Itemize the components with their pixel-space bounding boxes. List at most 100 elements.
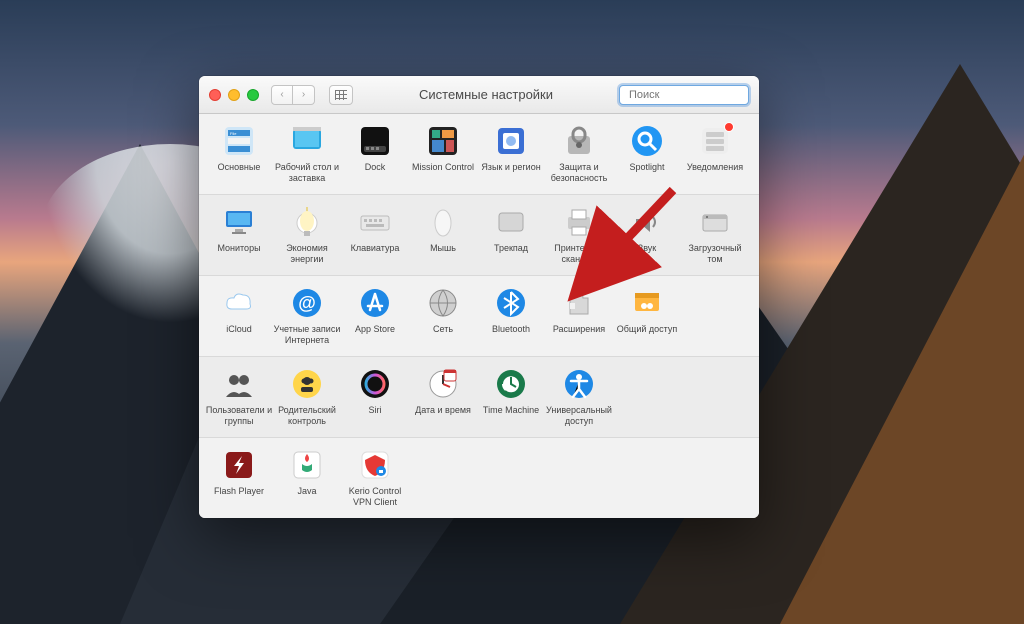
close-button[interactable] [209,89,221,101]
show-all-button[interactable] [329,85,353,105]
pref-label: Основные [218,162,261,173]
pref-java[interactable]: Java [273,448,341,508]
startup-icon [698,205,732,239]
pref-label: Мышь [430,243,456,254]
pref-mouse[interactable]: Мышь [409,205,477,265]
internet-icon: @ [290,286,324,320]
pref-internet[interactable]: @Учетные записи Интернета [273,286,341,346]
pref-timemachine[interactable]: Time Machine [477,367,545,427]
pref-row: iCloud@Учетные записи Интернета App Store… [199,276,759,357]
titlebar: ‹ › Системные настройки [199,76,759,114]
pref-label: Звук [638,243,656,254]
forward-button[interactable]: › [293,85,315,105]
pref-security[interactable]: Защита и безопасность [545,124,613,184]
grid-icon [335,90,347,100]
sound-icon [630,205,664,239]
sharing-icon [630,286,664,320]
pref-sound[interactable]: Звук [613,205,681,265]
pref-extensions[interactable]: Расширения [545,286,613,346]
pref-label: Сеть [433,324,453,335]
pref-label: Mission Control [412,162,474,173]
bluetooth-icon [494,286,528,320]
pref-appstore[interactable]: App Store [341,286,409,346]
window-title: Системные настройки [361,87,611,102]
pref-label: Java [297,486,316,497]
preferences-grid: File Основные Рабочий стол и заставка Dock M… [199,114,759,518]
search-input[interactable] [629,89,759,101]
pref-icloud[interactable]: iCloud [205,286,273,346]
pref-row: Пользователи и группыРодительский контро… [199,357,759,438]
pref-kerio[interactable]: Kerio Control VPN Client [341,448,409,508]
minimize-button[interactable] [228,89,240,101]
window-controls [209,89,259,101]
pref-label: Bluetooth [492,324,530,335]
pref-label: Экономия энергии [273,243,341,265]
pref-datetime[interactable]: Дата и время [409,367,477,427]
extensions-icon [562,286,596,320]
svg-text:@: @ [298,293,316,313]
notifications-icon [698,124,732,158]
pref-parental[interactable]: Родительский контроль [273,367,341,427]
pref-accessibility[interactable]: Универсальный доступ [545,367,613,427]
pref-general[interactable]: File Основные [205,124,273,184]
pref-label: Time Machine [483,405,539,416]
zoom-button[interactable] [247,89,259,101]
pref-energy[interactable]: Экономия энергии [273,205,341,265]
appstore-icon [358,286,392,320]
pref-label: Трекпад [494,243,528,254]
siri-icon [358,367,392,401]
pref-dock[interactable]: Dock [341,124,409,184]
pref-label: Дата и время [415,405,471,416]
accessibility-icon [562,367,596,401]
pref-desktop[interactable]: Рабочий стол и заставка [273,124,341,184]
dock-icon [358,124,392,158]
pref-users[interactable]: Пользователи и группы [205,367,273,427]
pref-label: Flash Player [214,486,264,497]
pref-label: Kerio Control VPN Client [341,486,409,508]
pref-notifications[interactable]: Уведомления [681,124,749,184]
pref-row: Flash Player Java Kerio Control VPN Client [199,438,759,518]
pref-label: Уведомления [687,162,743,173]
pref-network[interactable]: Сеть [409,286,477,346]
general-icon: File [222,124,256,158]
pref-label: Универсальный доступ [545,405,613,427]
pref-label: Пользователи и группы [205,405,273,427]
keyboard-icon [358,205,392,239]
pref-printers[interactable]: Принтеры и сканеры [545,205,613,265]
pref-keyboard[interactable]: Клавиатура [341,205,409,265]
pref-row: Мониторы Экономия энергииКлавиатура Мышь Тр… [199,195,759,276]
pref-flash[interactable]: Flash Player [205,448,273,508]
pref-language[interactable]: Язык и регион [477,124,545,184]
flash-icon [222,448,256,482]
pref-label: Dock [365,162,386,173]
pref-startup[interactable]: Загрузочный том [681,205,749,265]
pref-label: Принтеры и сканеры [545,243,613,265]
pref-sharing[interactable]: Общий доступ [613,286,681,346]
pref-label: Мониторы [217,243,260,254]
datetime-icon [426,367,460,401]
system-preferences-window: ‹ › Системные настройки File Основные Рабо… [199,76,759,518]
spotlight-icon [630,124,664,158]
pref-trackpad[interactable]: Трекпад [477,205,545,265]
pref-row: File Основные Рабочий стол и заставка Dock M… [199,114,759,195]
security-icon [562,124,596,158]
desktop-icon [290,124,324,158]
pref-label: App Store [355,324,395,335]
back-button[interactable]: ‹ [271,85,293,105]
pref-spotlight[interactable]: Spotlight [613,124,681,184]
search-field[interactable] [619,85,749,105]
language-icon [494,124,528,158]
pref-label: Общий доступ [617,324,677,335]
pref-displays[interactable]: Мониторы [205,205,273,265]
energy-icon [290,205,324,239]
pref-label: Родительский контроль [273,405,341,427]
pref-label: Язык и регион [481,162,540,173]
pref-mission[interactable]: Mission Control [409,124,477,184]
pref-label: Загрузочный том [681,243,749,265]
nav-buttons: ‹ › [271,85,315,105]
pref-label: Siri [369,405,382,416]
pref-bluetooth[interactable]: Bluetooth [477,286,545,346]
trackpad-icon [494,205,528,239]
displays-icon [222,205,256,239]
pref-siri[interactable]: Siri [341,367,409,427]
